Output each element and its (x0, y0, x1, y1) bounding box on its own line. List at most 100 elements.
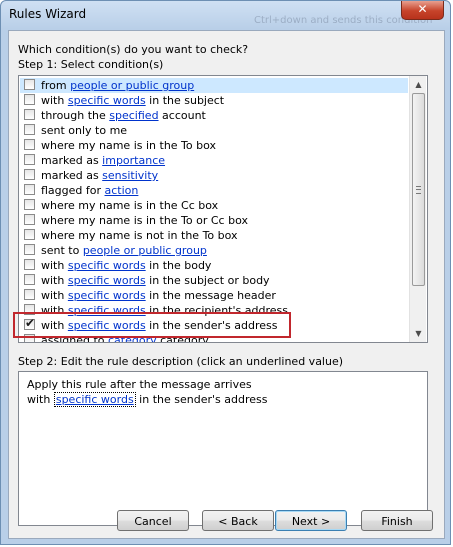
condition-value-link[interactable]: importance (102, 154, 165, 167)
scroll-down-icon[interactable]: ▼ (411, 326, 426, 341)
condition-checkbox[interactable] (24, 184, 35, 195)
condition-value-link[interactable]: specific words (68, 94, 146, 107)
condition-value-link[interactable]: specified (109, 109, 158, 122)
condition-item[interactable]: sent to people or public group (20, 243, 408, 258)
condition-text-suffix: account (158, 109, 206, 122)
condition-item[interactable]: marked as importance (20, 153, 408, 168)
condition-text: where my name is in the To or Cc box (41, 213, 248, 228)
condition-text: marked as sensitivity (41, 168, 158, 183)
condition-checkbox[interactable] (24, 259, 35, 270)
description-prefix: with (27, 393, 54, 406)
condition-text: through the specified account (41, 108, 206, 123)
condition-text: where my name is in the Cc box (41, 198, 218, 213)
condition-item[interactable]: marked as sensitivity (20, 168, 408, 183)
highlight-annotation-box (13, 312, 291, 338)
description-line-1: Apply this rule after the message arrive… (27, 378, 252, 391)
condition-text: with specific words in the message heade… (41, 288, 276, 303)
step2-label: Step 2: Edit the rule description (click… (18, 355, 344, 368)
back-button[interactable]: < Back (202, 510, 274, 531)
scroll-thumb[interactable] (412, 93, 425, 286)
conditions-scrollbar[interactable]: ▲ ▼ (409, 76, 426, 342)
condition-text: where my name is not in the To box (41, 228, 238, 243)
condition-value-link[interactable]: specific words (68, 259, 146, 272)
condition-text: sent only to me (41, 123, 127, 138)
close-icon: ✕ (417, 2, 428, 16)
condition-text-prefix: with (41, 274, 68, 287)
description-line-2: with specific words in the sender's addr… (27, 392, 268, 407)
condition-item[interactable]: sent only to me (20, 123, 408, 138)
condition-text: with specific words in the subject (41, 93, 224, 108)
condition-value-link[interactable]: specific words (68, 289, 146, 302)
condition-text-prefix: from (41, 79, 71, 92)
condition-checkbox[interactable] (24, 199, 35, 210)
condition-text-suffix: in the body (145, 259, 212, 272)
condition-text: with specific words in the body (41, 258, 211, 273)
condition-text-prefix: where my name is in the To box (41, 139, 217, 152)
condition-text-suffix: in the subject (145, 94, 225, 107)
description-suffix: in the sender's address (135, 393, 268, 406)
close-button[interactable]: ✕ (401, 1, 444, 20)
condition-checkbox[interactable] (24, 124, 35, 135)
condition-text: with specific words in the subject or bo… (41, 273, 270, 288)
condition-text-prefix: sent to (41, 244, 83, 257)
condition-item[interactable]: from people or public group (20, 78, 408, 93)
step1-label: Step 1: Select condition(s) (18, 58, 164, 71)
condition-checkbox[interactable] (24, 274, 35, 285)
condition-item[interactable]: through the specified account (20, 108, 408, 123)
condition-value-link[interactable]: people or public group (70, 79, 194, 92)
condition-text-suffix: in the message header (145, 289, 276, 302)
condition-checkbox[interactable] (24, 154, 35, 165)
condition-value-link[interactable]: sensitivity (102, 169, 158, 182)
condition-text-prefix: marked as (41, 154, 103, 167)
condition-text-prefix: with (41, 259, 68, 272)
condition-text-prefix: with (41, 94, 68, 107)
condition-text-prefix: where my name is in the To or Cc box (41, 214, 248, 227)
condition-text-prefix: sent only to me (41, 124, 128, 137)
description-specific-words-link[interactable]: specific words (53, 392, 136, 407)
condition-checkbox[interactable] (24, 214, 35, 225)
condition-item[interactable]: where my name is in the To or Cc box (20, 213, 408, 228)
condition-text: marked as importance (41, 153, 165, 168)
finish-button[interactable]: Finish (361, 510, 433, 531)
condition-item[interactable]: with specific words in the subject or bo… (20, 273, 408, 288)
conditions-question: Which condition(s) do you want to check? (18, 43, 249, 56)
condition-item[interactable]: with specific words in the subject (20, 93, 408, 108)
condition-text: from people or public group (41, 78, 194, 93)
condition-checkbox[interactable] (24, 109, 35, 120)
title-bar[interactable]: Rules Wizard Ctrl+down and sends this co… (1, 1, 452, 29)
cancel-button[interactable]: Cancel (117, 510, 189, 531)
condition-checkbox[interactable] (24, 169, 35, 180)
condition-text: flagged for action (41, 183, 138, 198)
condition-item[interactable]: with specific words in the body (20, 258, 408, 273)
condition-text-prefix: marked as (41, 169, 103, 182)
condition-text-prefix: flagged for (41, 184, 105, 197)
condition-value-link[interactable]: action (105, 184, 139, 197)
condition-item[interactable]: where my name is in the To box (20, 138, 408, 153)
condition-text-prefix: where my name is in the Cc box (41, 199, 219, 212)
next-button[interactable]: Next > (275, 510, 347, 531)
condition-text: sent to people or public group (41, 243, 207, 258)
rule-description-box: Apply this rule after the message arrive… (18, 371, 428, 526)
scroll-up-icon[interactable]: ▲ (411, 77, 426, 92)
condition-value-link[interactable]: specific words (68, 274, 146, 287)
condition-text-suffix: in the subject or body (145, 274, 270, 287)
grip-icon (416, 186, 421, 194)
conditions-listbox[interactable]: from people or public group with specific… (18, 75, 428, 343)
dialog-client-area: Which condition(s) do you want to check?… (8, 30, 445, 539)
condition-checkbox[interactable] (24, 139, 35, 150)
condition-item[interactable]: with specific words in the message heade… (20, 288, 408, 303)
condition-checkbox[interactable] (24, 229, 35, 240)
condition-checkbox[interactable] (24, 94, 35, 105)
condition-value-link[interactable]: people or public group (83, 244, 207, 257)
window-title: Rules Wizard (9, 7, 87, 21)
condition-checkbox[interactable] (24, 244, 35, 255)
condition-text-prefix: where my name is not in the To box (41, 229, 238, 242)
condition-item[interactable]: flagged for action (20, 183, 408, 198)
condition-text: where my name is in the To box (41, 138, 216, 153)
condition-checkbox[interactable] (24, 289, 35, 300)
condition-item[interactable]: where my name is in the Cc box (20, 198, 408, 213)
rules-wizard-window: Rules Wizard Ctrl+down and sends this co… (0, 0, 451, 545)
condition-text-prefix: with (41, 289, 68, 302)
condition-item[interactable]: where my name is not in the To box (20, 228, 408, 243)
condition-checkbox[interactable] (24, 79, 35, 90)
